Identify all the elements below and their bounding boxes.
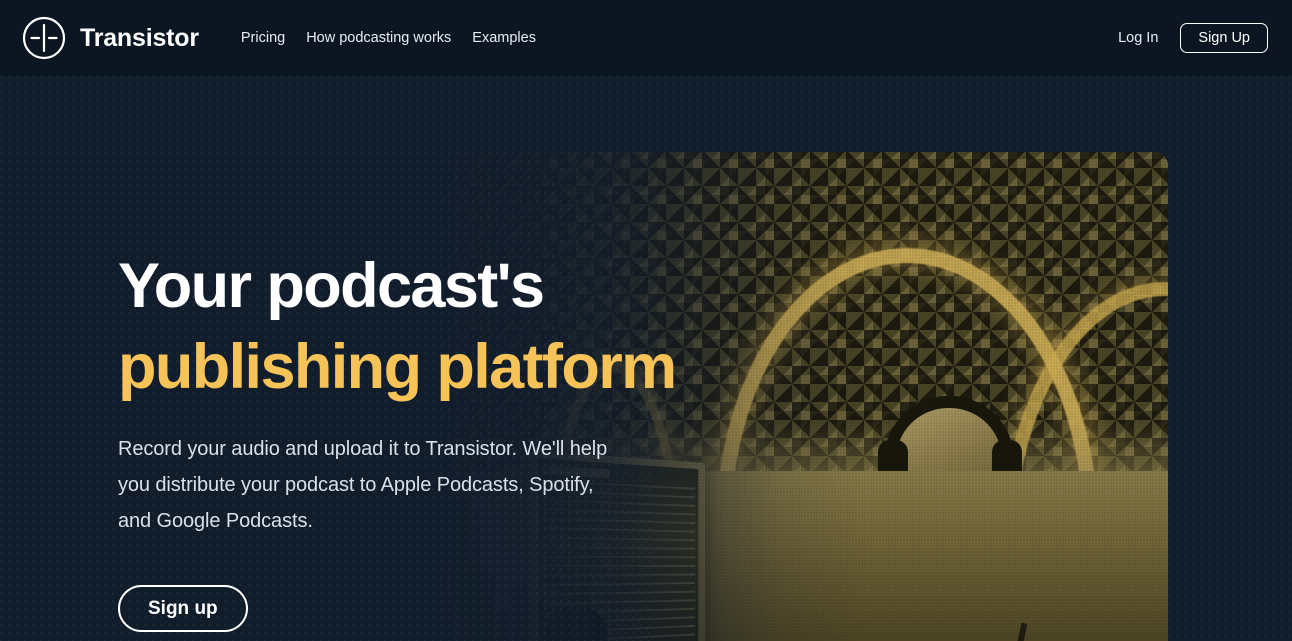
- brand-name: Transistor: [80, 23, 199, 52]
- top-navigation-bar: Transistor Pricing How podcasting works …: [0, 0, 1292, 76]
- hero-sign-up-button[interactable]: Sign up: [118, 585, 248, 633]
- primary-nav-links: Pricing How podcasting works Examples: [241, 25, 536, 52]
- hero-subcopy: Record your audio and upload it to Trans…: [118, 438, 608, 533]
- nav-account-actions: Log In Sign Up: [1118, 23, 1268, 53]
- sign-up-button[interactable]: Sign Up: [1180, 23, 1268, 53]
- nav-item-examples[interactable]: Examples: [472, 25, 536, 52]
- brand-logo-link[interactable]: Transistor: [22, 16, 199, 60]
- hero-copy-block: Your podcast's publishing platform Recor…: [118, 246, 738, 633]
- nav-item-pricing[interactable]: Pricing: [241, 25, 285, 52]
- hero-headline: Your podcast's publishing platform: [118, 246, 738, 407]
- log-in-link[interactable]: Log In: [1118, 31, 1158, 46]
- hero-headline-line-2: publishing platform: [118, 331, 677, 402]
- transistor-circle-icon: [22, 16, 66, 60]
- hero-headline-line-1: Your podcast's: [118, 251, 545, 321]
- landing-page: Transistor Pricing How podcasting works …: [0, 0, 1292, 641]
- nav-item-how-podcasting-works[interactable]: How podcasting works: [306, 25, 451, 52]
